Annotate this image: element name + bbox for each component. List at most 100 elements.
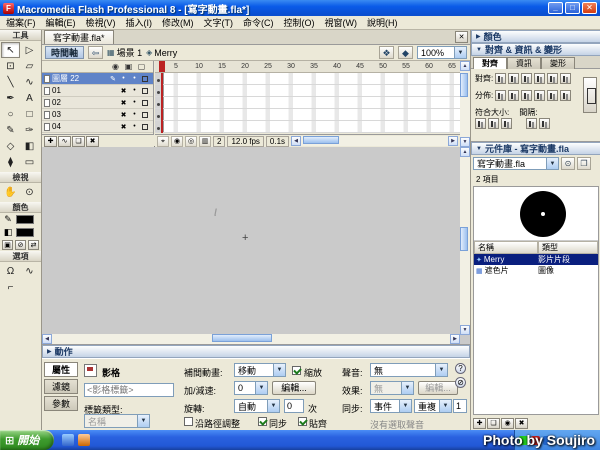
align-vcenter-button[interactable] bbox=[547, 73, 558, 84]
edit-multiple-frames-icon[interactable]: ▥ bbox=[199, 136, 211, 147]
close-button[interactable]: ✕ bbox=[582, 2, 597, 14]
scroll-down-icon[interactable]: ▼ bbox=[460, 137, 470, 147]
maximize-button[interactable]: □ bbox=[565, 2, 580, 14]
swap-colors-button[interactable]: ⇄ bbox=[28, 240, 39, 250]
to-stage-toggle[interactable] bbox=[583, 77, 597, 113]
no-color-button[interactable]: ⊘ bbox=[15, 240, 26, 250]
frame-row[interactable] bbox=[155, 109, 460, 121]
tab-filters[interactable]: 濾鏡 bbox=[44, 379, 78, 394]
layer-row[interactable]: 04 ✖ • bbox=[42, 121, 153, 133]
menu-commands[interactable]: 命令(C) bbox=[243, 16, 274, 29]
menu-text[interactable]: 文字(T) bbox=[204, 16, 234, 29]
scroll-down-icon[interactable]: ▼ bbox=[460, 325, 470, 335]
column-type[interactable]: 類型 bbox=[538, 241, 598, 254]
brush-tool[interactable]: ✑ bbox=[20, 122, 39, 138]
space-horizontal-button[interactable] bbox=[539, 118, 550, 129]
layer-outline-toggle[interactable] bbox=[142, 124, 148, 130]
lock-icon[interactable]: ▣ bbox=[123, 62, 134, 71]
timeline-vertical-scrollbar[interactable]: ▲ ▼ bbox=[460, 61, 470, 147]
sound-sync-select[interactable]: 事件 ▼ bbox=[370, 399, 412, 413]
paint-bucket-tool[interactable]: ◧ bbox=[20, 138, 39, 154]
center-frame-icon[interactable]: ⌖ bbox=[157, 136, 169, 147]
free-transform-tool[interactable]: ⊡ bbox=[1, 58, 20, 74]
distribute-vcenter-button[interactable] bbox=[508, 90, 519, 101]
menu-file[interactable]: 檔案(F) bbox=[6, 16, 36, 29]
frame-row[interactable] bbox=[155, 121, 460, 133]
layer-lock-toggle[interactable]: • bbox=[129, 75, 140, 82]
start-button[interactable]: ⊞ 開始 bbox=[0, 430, 54, 450]
distribute-hcenter-button[interactable] bbox=[547, 90, 558, 101]
layer-lock-toggle[interactable]: • bbox=[129, 111, 140, 118]
oval-tool[interactable]: ○ bbox=[1, 106, 20, 122]
rotate-count-input[interactable] bbox=[284, 399, 304, 413]
zoom-tool[interactable]: ⊙ bbox=[20, 184, 39, 200]
align-hcenter-button[interactable] bbox=[508, 73, 519, 84]
edit-symbol-button[interactable]: ◆ bbox=[398, 46, 413, 59]
back-arrow-icon[interactable]: ⇦ bbox=[88, 46, 103, 59]
hand-tool[interactable]: ✋ bbox=[1, 184, 20, 200]
lasso-tool[interactable]: ∿ bbox=[20, 74, 39, 90]
rectangle-tool[interactable]: □ bbox=[20, 106, 39, 122]
stroke-color-swatch[interactable] bbox=[16, 215, 34, 224]
frame-ruler[interactable]: 5 10 15 20 25 30 35 40 45 50 55 60 65 bbox=[155, 61, 460, 73]
ink-bottle-tool[interactable]: ◇ bbox=[1, 138, 20, 154]
layer-visibility-toggle[interactable]: • bbox=[118, 75, 129, 82]
new-folder-button[interactable]: ❏ bbox=[487, 418, 500, 429]
menu-edit[interactable]: 編輯(E) bbox=[46, 16, 76, 29]
scale-checkbox[interactable] bbox=[292, 366, 301, 375]
snap-checkbox[interactable] bbox=[298, 417, 307, 426]
snap-to-objects-button[interactable]: Ω bbox=[1, 263, 20, 279]
tab-transform[interactable]: 變形 bbox=[541, 57, 575, 69]
layer-lock-toggle[interactable]: • bbox=[129, 123, 140, 130]
pin-library-icon[interactable]: ⊙ bbox=[561, 157, 575, 170]
frame-row[interactable] bbox=[155, 97, 460, 109]
stage-horizontal-scrollbar[interactable]: ◀ ▶ bbox=[42, 334, 460, 344]
frames-grid[interactable] bbox=[155, 73, 460, 133]
tween-select[interactable]: 移動 ▼ bbox=[234, 363, 286, 377]
effect-select[interactable]: 無 ▼ bbox=[370, 381, 414, 395]
scrollbar-thumb[interactable] bbox=[460, 227, 468, 251]
align-panel-header[interactable]: ▼ 對齊 & 資訊 & 變形 bbox=[471, 43, 600, 56]
menu-view[interactable]: 檢視(V) bbox=[86, 16, 116, 29]
edit-scene-button[interactable]: ❖ bbox=[379, 46, 394, 59]
edit-ease-button[interactable]: 編輯... bbox=[272, 381, 316, 395]
color-panel-header[interactable]: ▶ 顏色 bbox=[471, 30, 600, 43]
layer-row[interactable]: 01 ✖ • bbox=[42, 85, 153, 97]
frame-row[interactable] bbox=[155, 85, 460, 97]
layer-lock-toggle[interactable]: • bbox=[129, 87, 140, 94]
layer-visibility-toggle[interactable]: ✖ bbox=[118, 123, 129, 131]
orient-to-path-checkbox[interactable] bbox=[184, 417, 193, 426]
stage[interactable]: ι + ▲ ▼ ◀ ▶ bbox=[42, 147, 470, 345]
new-symbol-button[interactable]: ✚ bbox=[473, 418, 486, 429]
align-bottom-button[interactable] bbox=[560, 73, 571, 84]
stage-vertical-scrollbar[interactable]: ▲ ▼ bbox=[460, 147, 470, 335]
breadcrumb-scene[interactable]: ▦ 場景 1 bbox=[107, 46, 142, 59]
scrollbar-thumb[interactable] bbox=[303, 136, 339, 144]
outline-icon[interactable]: ▢ bbox=[136, 62, 147, 71]
layer-lock-toggle[interactable]: • bbox=[129, 99, 140, 106]
subselection-tool[interactable]: ▷ bbox=[20, 42, 39, 58]
eyedropper-tool[interactable]: ⧫ bbox=[1, 154, 20, 170]
add-layer-button[interactable]: ✚ bbox=[44, 136, 57, 147]
pencil-tool[interactable]: ✎ bbox=[1, 122, 20, 138]
frame-row[interactable] bbox=[155, 73, 460, 85]
library-item-row[interactable]: ✦ Merry 影片片段 bbox=[474, 254, 598, 265]
layer-outline-toggle[interactable] bbox=[142, 112, 148, 118]
label-type-select[interactable]: 名稱 ▼ bbox=[84, 414, 150, 428]
delete-layer-button[interactable]: ✖ bbox=[86, 136, 99, 147]
layer-outline-toggle[interactable] bbox=[142, 100, 148, 106]
actions-panel-header[interactable]: ▶ 動作 bbox=[42, 345, 470, 358]
ease-select[interactable]: 0 ▼ bbox=[234, 381, 268, 395]
distribute-right-button[interactable] bbox=[560, 90, 571, 101]
distribute-bottom-button[interactable] bbox=[521, 90, 532, 101]
tab-properties[interactable]: 屬性 bbox=[44, 362, 78, 377]
menu-control[interactable]: 控制(O) bbox=[284, 16, 315, 29]
quick-launch-icon[interactable] bbox=[62, 434, 74, 446]
align-top-button[interactable] bbox=[534, 73, 545, 84]
default-colors-button[interactable]: ▣ bbox=[2, 240, 13, 250]
library-item-row[interactable]: ▦ 遮色片 圖像 bbox=[474, 265, 598, 276]
menu-window[interactable]: 視窗(W) bbox=[325, 16, 358, 29]
scroll-up-icon[interactable]: ▲ bbox=[460, 61, 470, 71]
straighten-button[interactable]: ⌐ bbox=[1, 279, 20, 295]
zoom-select[interactable]: 100% ▼ bbox=[417, 46, 467, 59]
